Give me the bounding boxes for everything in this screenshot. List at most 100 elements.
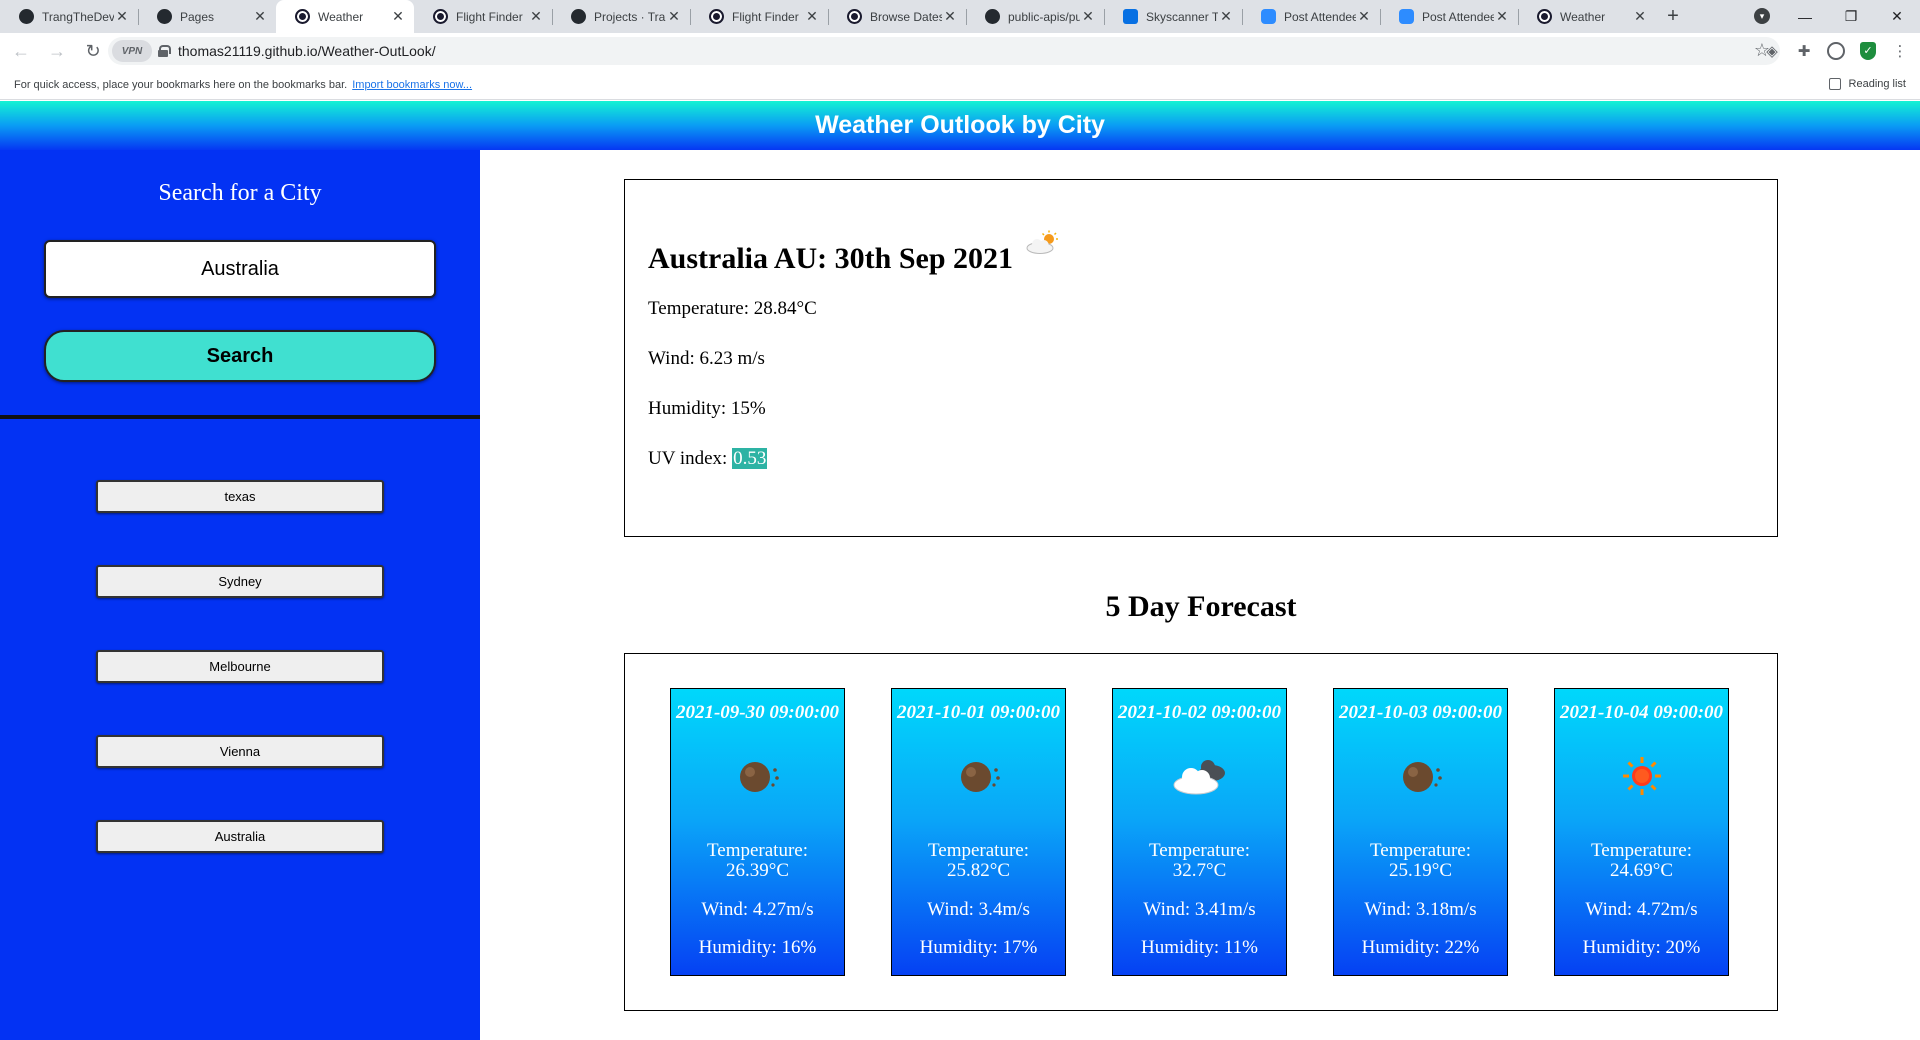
- browser-tab[interactable]: Pages ✕: [138, 0, 276, 33]
- current-weather-heading: Australia AU: 30th Sep 2021: [648, 242, 1014, 275]
- forecast-temperature: 25.82°C: [946, 860, 1011, 881]
- puzzle-icon[interactable]: ✚: [1792, 37, 1816, 65]
- minimize-icon[interactable]: —: [1782, 9, 1828, 25]
- browser-tab[interactable]: Browse Dates ✕: [828, 0, 966, 33]
- tab-title: Projects · Tran: [594, 9, 666, 24]
- history-city-button[interactable]: Vienna: [96, 735, 384, 768]
- globe-icon: [1537, 9, 1552, 24]
- browser-tab[interactable]: TrangTheDev ✕: [0, 0, 138, 33]
- tab-title: Flight Finder: [732, 9, 799, 24]
- tab-title: Pages: [180, 9, 215, 24]
- globe-icon: [847, 9, 862, 24]
- forecast-wind: Wind: 3.41m/s: [1143, 899, 1256, 920]
- window-close-icon[interactable]: ✕: [1874, 8, 1920, 25]
- new-tab-button[interactable]: +: [1656, 0, 1690, 33]
- forecast-card: 2021-10-02 09:00:00 Temperature: 32.7°C …: [1112, 688, 1287, 976]
- browser-tab-strip: TrangTheDev ✕ Pages ✕ Weather ✕ Flight Find…: [0, 0, 1920, 33]
- close-icon[interactable]: ✕: [1494, 8, 1510, 25]
- browser-tab[interactable]: Post Attendee ✕: [1242, 0, 1380, 33]
- forecast-temperature: 32.7°C: [1172, 860, 1227, 881]
- browser-tab[interactable]: Weather ✕: [1518, 0, 1656, 33]
- browser-tab[interactable]: Flight Finder ✕: [690, 0, 828, 33]
- history-city-button[interactable]: Melbourne: [96, 650, 384, 683]
- history-city-button[interactable]: Australia: [96, 820, 384, 853]
- close-icon[interactable]: ✕: [942, 8, 958, 25]
- tab-search-icon[interactable]: ▾: [1754, 8, 1770, 24]
- globe-icon: [433, 9, 448, 24]
- uv-label: UV index:: [648, 448, 728, 469]
- extension-icon[interactable]: ◈: [1760, 37, 1784, 65]
- forecast-card: 2021-09-30 09:00:00 Temperature: 26.39°C…: [670, 688, 845, 976]
- github-icon: [157, 9, 172, 24]
- tab-title: Browse Dates: [870, 9, 942, 24]
- close-icon[interactable]: ✕: [114, 8, 130, 25]
- forecast-card: 2021-10-01 09:00:00 Temperature: 25.82°C…: [891, 688, 1066, 976]
- city-search-input[interactable]: [44, 240, 436, 298]
- current-weather-panel: Australia AU: 30th Sep 2021 Temperature:…: [624, 179, 1778, 537]
- search-button[interactable]: Search: [44, 330, 436, 382]
- forecast-humidity: Humidity: 22%: [1361, 937, 1480, 958]
- sidebar-heading: Search for a City: [158, 180, 322, 206]
- tab-title: Flight Finder: [456, 9, 523, 24]
- address-bar[interactable]: VPN thomas21119.github.io/Weather-OutLoo…: [108, 37, 1780, 65]
- close-icon[interactable]: ✕: [528, 8, 544, 25]
- forecast-wind: Wind: 3.18m/s: [1364, 899, 1477, 920]
- dust-icon: [739, 762, 779, 792]
- tab-title: Post Attendee: [1422, 9, 1494, 24]
- close-icon[interactable]: ✕: [1632, 8, 1648, 25]
- restore-icon[interactable]: ❐: [1828, 8, 1874, 25]
- clear-sun-icon: [1622, 757, 1661, 795]
- current-uv: UV index: 0.53: [648, 448, 768, 470]
- tab-title: Weather: [318, 9, 364, 24]
- close-icon[interactable]: ✕: [252, 8, 268, 25]
- vpn-badge[interactable]: VPN: [112, 40, 152, 62]
- browser-tab-active[interactable]: Weather ✕: [276, 0, 414, 33]
- forecast-humidity: Humidity: 17%: [919, 937, 1038, 958]
- history-city-button[interactable]: texas: [96, 480, 384, 513]
- github-icon: [571, 9, 586, 24]
- current-wind: Wind: 6.23 m/s: [648, 348, 765, 369]
- browser-tab[interactable]: public-apis/pu ✕: [966, 0, 1104, 33]
- history-city-button[interactable]: Sydney: [96, 565, 384, 598]
- kebab-menu-icon[interactable]: ⋮: [1888, 37, 1912, 65]
- browser-tab[interactable]: Projects · Tran ✕: [552, 0, 690, 33]
- close-icon[interactable]: ✕: [1080, 8, 1096, 25]
- forecast-temperature: 24.69°C: [1609, 860, 1674, 881]
- forecast-title: 5 Day Forecast: [1105, 590, 1297, 623]
- forecast-date: 2021-10-01 09:00:00: [896, 702, 1061, 723]
- close-icon[interactable]: ✕: [1218, 8, 1234, 25]
- extension-icons: ◈ ✚ ✓ ⋮: [1760, 37, 1912, 65]
- import-bookmarks-link[interactable]: Import bookmarks now...: [352, 79, 472, 91]
- close-icon[interactable]: ✕: [390, 8, 406, 25]
- browser-tab[interactable]: Skyscanner Tr ✕: [1104, 0, 1242, 33]
- broken-clouds-icon: [1173, 760, 1225, 795]
- forecast-panel: 2021-09-30 09:00:00 Temperature: 26.39°C…: [624, 653, 1778, 1011]
- partly-cloudy-icon: [1026, 230, 1058, 254]
- browser-tab[interactable]: Flight Finder ✕: [414, 0, 552, 33]
- forecast-temperature: 26.39°C: [725, 860, 790, 881]
- reading-list-button[interactable]: Reading list: [1828, 78, 1906, 90]
- lock-icon[interactable]: [158, 45, 171, 57]
- forecast-humidity: Humidity: 20%: [1582, 937, 1701, 958]
- window-controls: — ❐ ✕: [1782, 0, 1920, 33]
- forecast-card: 2021-10-04 09:00:00 Temperature: 24.69°C…: [1554, 688, 1729, 976]
- uv-index-badge: 0.53: [732, 448, 768, 469]
- forecast-card: 2021-10-03 09:00:00 Temperature: 25.19°C…: [1333, 688, 1508, 976]
- tab-title: Post Attendee: [1284, 9, 1356, 24]
- browser-tab[interactable]: Post Attendee ✕: [1380, 0, 1518, 33]
- forecast-date: 2021-10-02 09:00:00: [1117, 702, 1282, 723]
- profile-icon[interactable]: [1824, 37, 1848, 65]
- dust-icon: [1402, 762, 1442, 792]
- url-text[interactable]: thomas21119.github.io/Weather-OutLook/: [178, 43, 436, 59]
- tab-title: public-apis/pu: [1008, 9, 1080, 24]
- current-temperature: Temperature: 28.84°C: [648, 298, 817, 319]
- reload-icon[interactable]: ↻: [78, 37, 108, 67]
- back-arrow-icon[interactable]: ←: [6, 37, 36, 67]
- shield-icon[interactable]: ✓: [1856, 37, 1880, 65]
- forward-arrow-icon[interactable]: →: [42, 37, 72, 67]
- close-icon[interactable]: ✕: [1356, 8, 1372, 25]
- close-icon[interactable]: ✕: [666, 8, 682, 25]
- close-icon[interactable]: ✕: [804, 8, 820, 25]
- forecast-wind: Wind: 3.4m/s: [927, 899, 1030, 920]
- zoom-icon: [1399, 9, 1414, 24]
